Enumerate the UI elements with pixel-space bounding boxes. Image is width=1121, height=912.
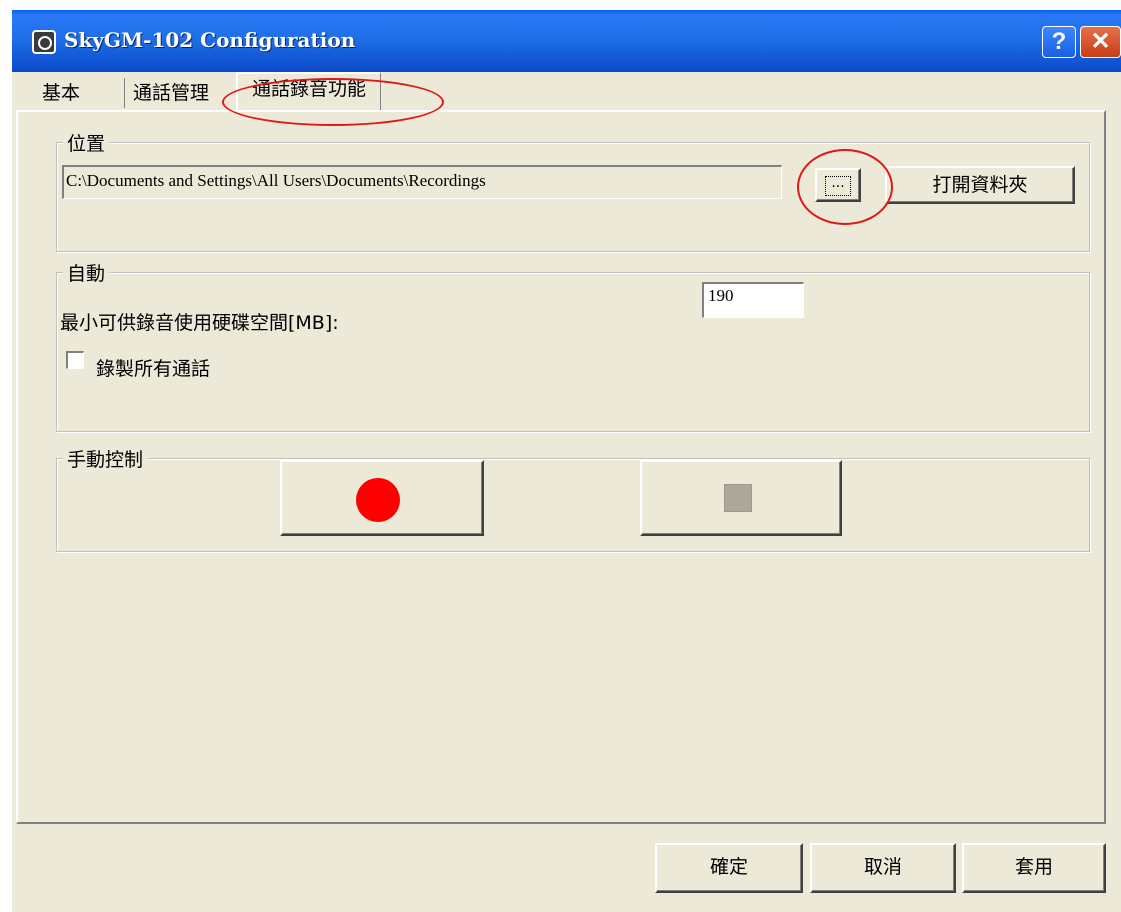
location-group-label: 位置 [63, 129, 110, 156]
window-title: SkyGM-102 Configuration [64, 28, 356, 52]
tab-basic[interactable]: 基本 [42, 76, 80, 110]
auto-group-label: 自動 [63, 259, 110, 286]
stop-button[interactable] [640, 460, 842, 536]
record-all-checkbox[interactable] [66, 351, 84, 369]
cancel-button[interactable]: 取消 [810, 843, 956, 893]
auto-group: 自動 [56, 259, 1090, 432]
ok-button[interactable]: 確定 [655, 843, 803, 893]
record-icon [356, 478, 400, 522]
manual-control-group-label: 手動控制 [63, 445, 148, 472]
tab-call-management[interactable]: 通話管理 [133, 76, 209, 110]
record-button[interactable] [280, 460, 484, 536]
apply-button[interactable]: 套用 [962, 843, 1106, 893]
help-button[interactable]: ? [1042, 26, 1076, 58]
title-bar[interactable]: SkyGM-102 Configuration ? ✕ [12, 10, 1121, 72]
browse-button[interactable]: ... [815, 168, 861, 202]
manual-control-group: 手動控制 [56, 445, 1090, 552]
close-icon: ✕ [1090, 28, 1111, 55]
recording-path-field[interactable]: C:\Documents and Settings\All Users\Docu… [62, 165, 782, 199]
min-space-label: 最小可供錄音使用硬碟空間[MB]: [60, 312, 339, 334]
stop-icon [724, 484, 752, 512]
record-all-label: 錄製所有通話 [96, 358, 211, 380]
open-folder-button[interactable]: 打開資料夾 [885, 166, 1075, 204]
app-icon [32, 30, 56, 54]
browse-dots-icon: ... [825, 176, 851, 196]
tab-call-recording[interactable]: 通話錄音功能 [236, 72, 382, 112]
close-button[interactable]: ✕ [1080, 26, 1121, 58]
min-space-input[interactable]: 190 [702, 282, 804, 318]
tab-separator [124, 78, 125, 108]
